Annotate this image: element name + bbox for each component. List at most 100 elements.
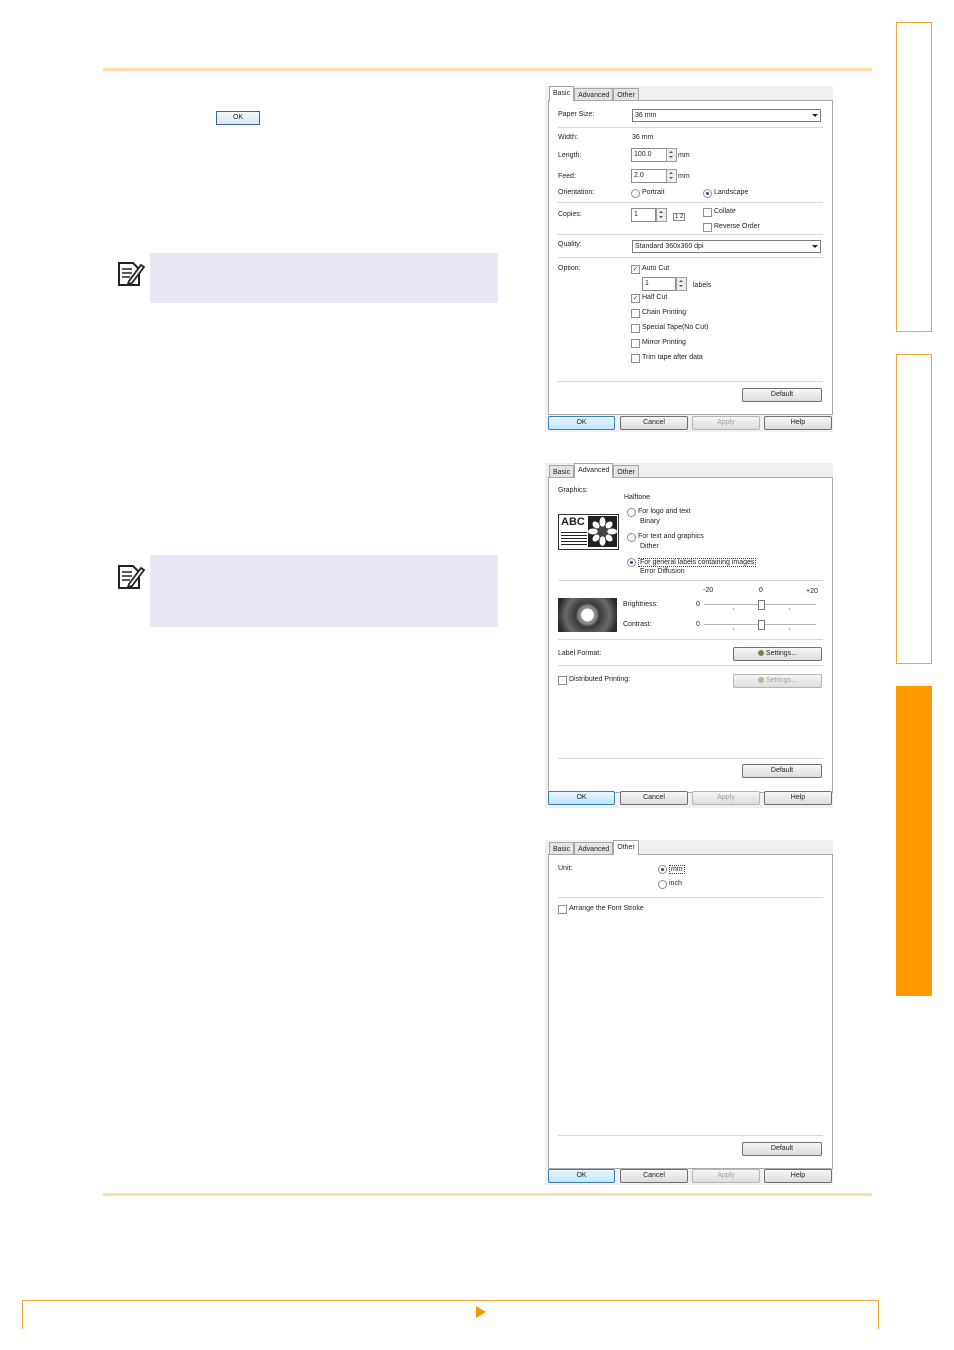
halftone-error-diffusion-radio[interactable] <box>627 558 636 567</box>
ok-button[interactable]: OK <box>548 1169 615 1183</box>
quality-value: Standard 360x360 dpi <box>635 243 704 250</box>
scale-min: -20 <box>703 587 714 594</box>
default-button[interactable]: Default <box>742 388 822 402</box>
side-tab-2[interactable] <box>896 354 932 664</box>
auto-cut-label: Auto Cut <box>642 265 670 272</box>
apply-button[interactable]: Apply <box>692 791 760 805</box>
paper-size-select[interactable]: 36 mm <box>632 109 821 122</box>
cancel-button[interactable]: Cancel <box>620 1169 688 1183</box>
chain-printing-checkbox[interactable] <box>631 309 640 318</box>
trim-tape-label: Trim tape after data <box>642 354 703 361</box>
labels-count-input[interactable]: 1 <box>642 277 676 291</box>
contrast-value: 0 <box>696 621 700 628</box>
length-input[interactable]: 100.0 <box>631 148 668 162</box>
feed-unit: mm <box>678 173 690 180</box>
preview-lines <box>561 532 587 545</box>
brightness-slider-thumb[interactable] <box>758 600 765 610</box>
landscape-radio[interactable] <box>703 189 712 198</box>
special-tape-label: Special Tape(No Cut) <box>642 324 709 331</box>
labels-count-stepper[interactable] <box>676 277 687 291</box>
quality-select[interactable]: Standard 360x360 dpi <box>632 240 821 253</box>
trim-tape-checkbox[interactable] <box>631 354 640 363</box>
separator <box>558 639 823 640</box>
slider-tick <box>789 608 790 610</box>
mirror-printing-checkbox[interactable] <box>631 339 640 348</box>
help-button[interactable]: Help <box>764 1169 832 1183</box>
halftone-binary-radio[interactable] <box>627 508 636 517</box>
feed-stepper[interactable] <box>666 169 677 183</box>
label-format-label: Label Format: <box>558 650 602 657</box>
tab-other[interactable]: Other <box>613 840 639 855</box>
chevron-down-icon <box>812 114 818 117</box>
portrait-radio[interactable] <box>631 189 640 198</box>
scale-max: +20 <box>806 588 818 595</box>
copies-stepper[interactable] <box>656 208 667 222</box>
distributed-printing-checkbox[interactable] <box>558 676 567 685</box>
half-cut-checkbox[interactable]: ✓ <box>631 294 640 303</box>
unit-inch-radio[interactable] <box>658 880 667 889</box>
contrast-slider-thumb[interactable] <box>758 620 765 630</box>
special-tape-checkbox[interactable] <box>631 324 640 333</box>
paper-size-value: 36 mm <box>635 112 657 119</box>
flower-icon <box>588 516 617 547</box>
separator <box>558 758 823 759</box>
width-value: 36 mm <box>632 134 654 141</box>
tab-advanced[interactable]: Advanced <box>574 463 614 478</box>
copies-input[interactable]: 1 <box>631 208 656 222</box>
cancel-button[interactable]: Cancel <box>620 416 688 430</box>
help-button[interactable]: Help <box>764 416 832 430</box>
chain-printing-label: Chain Printing <box>642 309 686 316</box>
ok-button[interactable]: OK <box>548 791 615 805</box>
landscape-label: Landscape <box>714 189 749 196</box>
note-icon <box>118 565 145 589</box>
cancel-button[interactable]: Cancel <box>620 791 688 805</box>
halftone-binary-sub: Binary <box>640 518 660 525</box>
settings-button-label: Settings... <box>765 677 798 684</box>
unit-inch-label: inch <box>669 880 682 887</box>
default-button[interactable]: Default <box>742 764 822 778</box>
ok-button-illustration: OK <box>216 111 260 125</box>
slider-tick <box>733 628 734 630</box>
collate-checkbox[interactable] <box>703 208 712 217</box>
printer-settings-icon <box>757 650 764 657</box>
default-button[interactable]: Default <box>742 1142 822 1156</box>
distributed-printing-label: Distributed Printing: <box>569 676 631 683</box>
side-tab-3-active[interactable] <box>896 686 932 996</box>
reverse-order-label: Reverse Order <box>714 223 760 230</box>
feed-input[interactable]: 2.0 <box>631 169 668 183</box>
separator <box>558 257 823 258</box>
help-button[interactable]: Help <box>764 791 832 805</box>
slider-tick <box>789 628 790 630</box>
length-stepper[interactable] <box>666 148 677 162</box>
auto-cut-checkbox[interactable]: ✓ <box>631 265 640 274</box>
unit-mm-radio[interactable] <box>658 865 667 874</box>
copies-label: Copies: <box>558 211 582 218</box>
unit-label: Unit: <box>558 865 573 872</box>
reverse-order-checkbox[interactable] <box>703 223 712 232</box>
separator <box>558 381 823 382</box>
quality-label: Quality: <box>558 241 582 248</box>
halftone-error-diffusion-label: For general labels containing images <box>638 558 757 567</box>
halftone-preview: ABC <box>558 514 619 550</box>
label-format-settings-button[interactable]: Settings... <box>733 647 822 661</box>
orientation-label: Orientation: <box>558 189 595 196</box>
halftone-dither-radio[interactable] <box>627 533 636 542</box>
apply-button[interactable]: Apply <box>692 416 760 430</box>
halftone-dither-sub: Dither <box>640 543 659 550</box>
slider-tick <box>733 608 734 610</box>
distributed-settings-button[interactable]: Settings... <box>733 674 822 688</box>
labels-unit: labels <box>693 282 712 289</box>
printer-dialog-advanced: Basic Advanced Other Graphics: Halftone … <box>545 463 833 808</box>
printer-dialog-other: Basic Advanced Other Unit: mm inch Arran… <box>545 840 833 1185</box>
length-unit: mm <box>678 152 690 159</box>
apply-button[interactable]: Apply <box>692 1169 760 1183</box>
ok-button[interactable]: OK <box>548 416 615 430</box>
separator <box>558 202 823 203</box>
brightness-label: Brightness: <box>623 601 659 608</box>
note-icon <box>118 262 145 286</box>
next-page-arrow-icon[interactable] <box>476 1306 486 1318</box>
tab-basic[interactable]: Basic <box>549 86 575 101</box>
header-rule <box>103 68 872 71</box>
arrange-font-stroke-checkbox[interactable] <box>558 905 567 914</box>
side-tab-1[interactable] <box>896 22 932 332</box>
